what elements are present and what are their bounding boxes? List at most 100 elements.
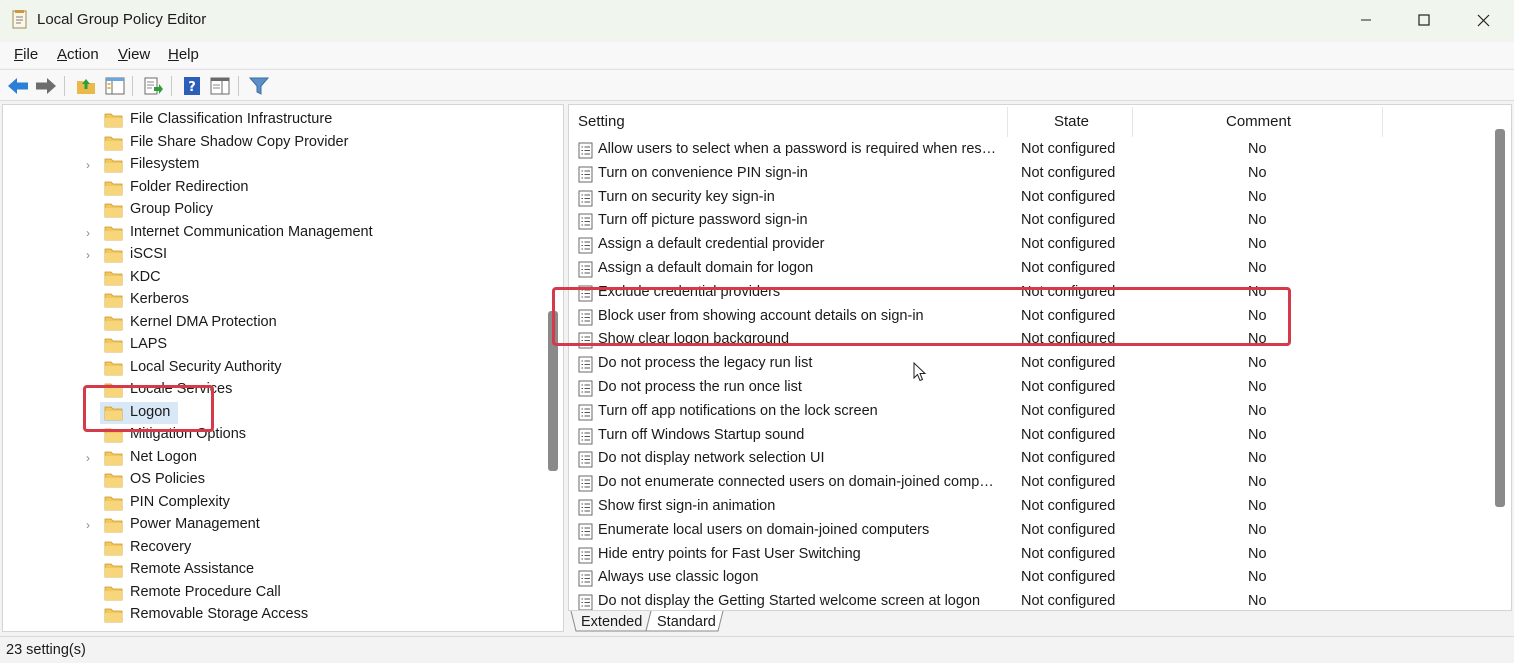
table-row[interactable]: Assign a default credential provider Not … <box>569 233 1489 257</box>
setting-comment: No <box>1248 402 1267 419</box>
menu-action[interactable]: Action <box>57 46 99 63</box>
chevron-right-icon[interactable]: › <box>86 451 90 465</box>
minimize-button[interactable] <box>1337 0 1395 40</box>
table-row[interactable]: Do not process the run once list Not conf… <box>569 376 1489 400</box>
column-divider[interactable] <box>1132 107 1133 137</box>
back-button[interactable] <box>6 74 30 98</box>
list-scrollbar-thumb[interactable] <box>1495 129 1505 507</box>
column-header-comment[interactable]: Comment <box>1226 113 1291 137</box>
tree-item[interactable]: › Power Management <box>3 514 543 536</box>
table-row[interactable]: Turn off Windows Startup sound Not config… <box>569 424 1489 448</box>
setting-name: Turn on security key sign-in <box>598 188 775 205</box>
tab-standard[interactable]: Standard <box>657 611 716 633</box>
chevron-right-icon[interactable]: › <box>86 518 90 532</box>
tree-item[interactable]: Remote Assistance <box>3 559 543 581</box>
maximize-button[interactable] <box>1395 0 1453 40</box>
setting-name: Do not display network selection UI <box>598 450 825 467</box>
tree-item[interactable]: File Classification Infrastructure <box>3 109 543 131</box>
up-one-level-button[interactable] <box>74 74 98 98</box>
table-row[interactable]: Exclude credential providers Not configur… <box>569 281 1489 305</box>
column-header-state[interactable]: State <box>1054 113 1089 137</box>
menu-view[interactable]: View <box>118 46 150 63</box>
tree-item[interactable]: Remote Procedure Call <box>3 582 543 604</box>
setting-state: Not configured <box>1021 188 1116 205</box>
tree-item-label: Locale Services <box>130 381 233 397</box>
table-row[interactable]: Turn off picture password sign-in Not con… <box>569 209 1489 233</box>
policy-setting-icon <box>578 309 593 326</box>
tree-item[interactable]: Mitigation Options <box>3 424 543 446</box>
folder-icon <box>104 496 123 510</box>
table-row[interactable]: Block user from showing account details … <box>569 305 1489 329</box>
close-button[interactable] <box>1454 0 1512 40</box>
tree-item[interactable]: LAPS <box>3 334 543 356</box>
tree-item[interactable]: › iSCSI <box>3 244 543 266</box>
tree-item-label: Mitigation Options <box>130 426 247 442</box>
setting-name: Always use classic logon <box>598 569 759 586</box>
column-divider[interactable] <box>1007 107 1008 137</box>
column-divider[interactable] <box>1382 107 1383 137</box>
menu-file[interactable]: File <box>14 46 38 63</box>
chevron-right-icon[interactable]: › <box>86 248 90 262</box>
table-row[interactable]: Do not display the Getting Started welco… <box>569 590 1489 610</box>
tree-item-label: Recovery <box>130 538 192 555</box>
tree-item[interactable]: Logon <box>3 401 543 424</box>
tree-scrollbar-thumb[interactable] <box>548 311 558 471</box>
tree-item[interactable]: OS Policies <box>3 469 543 491</box>
tree-item[interactable]: Local Security Authority <box>3 357 543 379</box>
export-list-button[interactable] <box>141 74 165 98</box>
tree-item-label: Remote Procedure Call <box>130 583 281 600</box>
policy-setting-icon <box>578 356 593 373</box>
tree-item[interactable]: Kernel DMA Protection <box>3 312 543 334</box>
tree-item[interactable]: Folder Redirection <box>3 177 543 199</box>
table-row[interactable]: Assign a default domain for logon Not con… <box>569 257 1489 281</box>
tab-extended[interactable]: Extended <box>581 611 642 633</box>
setting-name: Turn off app notifications on the lock s… <box>598 402 878 419</box>
tree-item[interactable]: Kerberos <box>3 289 543 311</box>
table-row[interactable]: Turn on security key sign-in Not configur… <box>569 186 1489 210</box>
console-tree[interactable]: File Classification Infrastructure File S… <box>2 104 564 632</box>
help-button[interactable]: ? <box>180 74 204 98</box>
table-row[interactable]: Do not display network selection UI Not c… <box>569 447 1489 471</box>
tree-item[interactable]: PIN Complexity <box>3 492 543 514</box>
show-hide-console-tree-button[interactable] <box>103 74 127 98</box>
tree-item[interactable]: Removable Storage Access <box>3 604 543 626</box>
setting-comment: No <box>1248 498 1267 514</box>
tree-item[interactable]: › Filesystem <box>3 154 543 176</box>
tree-item-label: Group Policy <box>130 201 214 217</box>
forward-button[interactable] <box>34 74 58 98</box>
table-row[interactable]: Turn off app notifications on the lock s… <box>569 400 1489 424</box>
settings-list[interactable]: Setting State Comment Allow users to sel… <box>568 104 1512 611</box>
table-row[interactable]: Enumerate local users on domain-joined c… <box>569 519 1489 543</box>
menu-help[interactable]: Help <box>168 46 199 63</box>
folder-icon <box>104 541 123 555</box>
policy-setting-icon <box>578 570 593 587</box>
close-icon <box>1477 14 1489 26</box>
help-icon: ? <box>184 77 200 95</box>
setting-comment: No <box>1248 141 1267 157</box>
table-row[interactable]: Allow users to select when a password is… <box>569 138 1489 162</box>
tree-item[interactable]: › Net Logon <box>3 447 543 469</box>
tree-item-label: KDC <box>130 268 161 285</box>
table-row[interactable]: Show clear logon background Not configure… <box>569 328 1489 352</box>
folder-icon <box>104 181 123 195</box>
table-row[interactable]: Show first sign-in animation Not configur… <box>569 495 1489 519</box>
properties-button[interactable] <box>208 74 232 98</box>
filter-button[interactable] <box>247 74 271 98</box>
tree-item[interactable]: KDC <box>3 267 543 289</box>
column-header-setting[interactable]: Setting <box>578 113 625 137</box>
setting-name: Assign a default credential provider <box>598 236 825 253</box>
tree-item[interactable]: Group Policy <box>3 199 543 221</box>
table-row[interactable]: Turn on convenience PIN sign-in Not confi… <box>569 162 1489 186</box>
table-row[interactable]: Hide entry points for Fast User Switchin… <box>569 543 1489 567</box>
setting-name: Do not process the legacy run list <box>598 355 813 372</box>
table-row[interactable]: Do not enumerate connected users on doma… <box>569 471 1489 495</box>
table-row[interactable]: Always use classic logon Not configured No <box>569 566 1489 590</box>
tree-item[interactable]: File Share Shadow Copy Provider <box>3 132 543 154</box>
chevron-right-icon[interactable]: › <box>86 226 90 240</box>
tree-item[interactable]: Locale Services <box>3 379 543 401</box>
policy-setting-icon <box>578 332 593 349</box>
tree-item[interactable]: › Internet Communication Management <box>3 222 543 244</box>
tree-item[interactable]: Recovery <box>3 537 543 559</box>
chevron-right-icon[interactable]: › <box>86 158 90 172</box>
table-row[interactable]: Do not process the legacy run list Not co… <box>569 352 1489 376</box>
